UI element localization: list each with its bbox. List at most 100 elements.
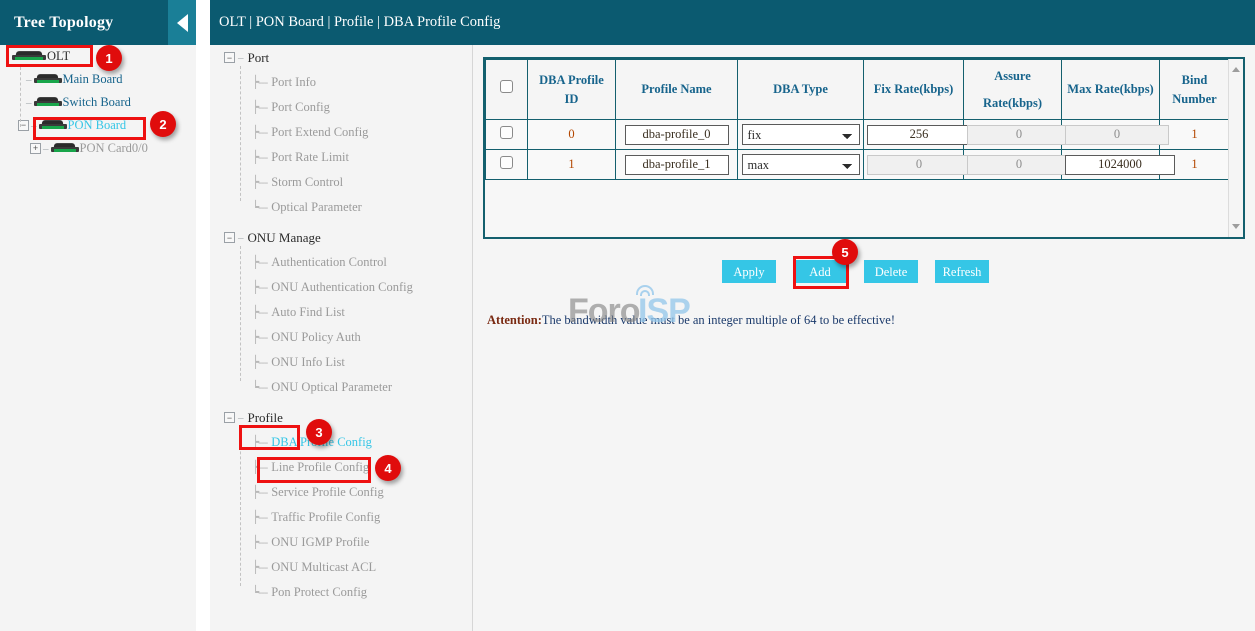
- row-select-cell: [486, 120, 528, 150]
- breadcrumb-bar: OLT | PON Board | Profile | DBA Profile …: [210, 0, 1255, 45]
- nav-item-label: ONU Info List: [271, 355, 345, 370]
- tree-item-label: Switch Board: [63, 95, 131, 110]
- dba-type-select[interactable]: fix: [742, 124, 860, 145]
- table-vertical-scrollbar[interactable]: [1228, 59, 1243, 237]
- fix-rate-input[interactable]: [867, 125, 971, 145]
- nav-leaf-dash-icon: ┝---: [252, 305, 267, 320]
- annotation-box-2: [33, 117, 146, 140]
- nav-item-label: Port Config: [271, 100, 330, 115]
- nav-item-port-rate-limit[interactable]: ┝--- Port Rate Limit: [210, 145, 472, 170]
- tree-branch-dash-icon: –: [26, 97, 32, 109]
- header-select-all-cell: [486, 60, 528, 120]
- nav-item-optical-parameter[interactable]: ┕--- Optical Parameter: [210, 195, 472, 220]
- nav-item-label: Port Rate Limit: [271, 150, 349, 165]
- nav-item-onu-policy-auth[interactable]: ┝---ONU Policy Auth: [210, 325, 472, 350]
- nav-item-label: Port Extend Config: [271, 125, 368, 140]
- header-dba-type: DBA Type: [738, 60, 864, 120]
- nav-branch-dash-icon: –: [238, 52, 244, 64]
- nav-item-label: Storm Control: [271, 175, 343, 190]
- action-button-row: Apply Add Delete Refresh: [473, 260, 1255, 290]
- nav-leaf-dash-icon: ┝---: [252, 100, 267, 115]
- scroll-down-arrow-icon[interactable]: [1232, 224, 1240, 229]
- scroll-up-arrow-icon[interactable]: [1232, 67, 1240, 72]
- nav-item-storm-control[interactable]: ┝---Storm Control: [210, 170, 472, 195]
- collapse-left-icon: [177, 14, 188, 32]
- nav-item-port-info[interactable]: ┝---Port Info: [210, 70, 472, 95]
- assure-rate-input[interactable]: [967, 125, 1071, 145]
- max-rate-input[interactable]: [1065, 155, 1175, 175]
- nav-leaf-dash-icon: ┝---: [252, 510, 267, 525]
- nav-section-label: Profile: [248, 410, 283, 426]
- fix-rate-input[interactable]: [867, 155, 971, 175]
- annotation-badge-5: 5: [832, 239, 858, 265]
- annotation-badge-3: 3: [306, 419, 332, 445]
- board-device-icon: [34, 97, 62, 109]
- assure-rate-input[interactable]: [967, 155, 1071, 175]
- cell-max-rate: [1062, 120, 1160, 150]
- nav-item-onu-authentication-config[interactable]: ┝---ONU Authentication Config: [210, 275, 472, 300]
- nav-expander-minus-icon[interactable]: −: [224, 412, 235, 423]
- row-checkbox[interactable]: [500, 156, 513, 169]
- nav-item-onu-info-list[interactable]: ┝---ONU Info List: [210, 350, 472, 375]
- nav-leaf-dash-icon: ┕---: [252, 585, 267, 600]
- nav-leaf-dash-icon: ┕---: [252, 200, 267, 215]
- tree-branch-dash-icon: –: [26, 74, 32, 86]
- nav-item-port-extend-config[interactable]: ┝--- Port Extend Config: [210, 120, 472, 145]
- nav-item-port-config[interactable]: ┝--- Port Config: [210, 95, 472, 120]
- nav-leaf-dash-icon: ┝---: [252, 125, 267, 140]
- nav-section-onu-manage[interactable]: − – ONU Manage: [210, 225, 472, 250]
- cell-dba-profile-id: 0: [528, 120, 616, 150]
- tree-topology-sidebar: Tree Topology OLT – Main Board – Switch …: [0, 0, 196, 631]
- nav-item-label: Pon Protect Config: [271, 585, 367, 600]
- nav-leaf-dash-icon: ┝---: [252, 150, 267, 165]
- nav-item-traffic-profile-config[interactable]: ┝--- Traffic Profile Config: [210, 505, 472, 530]
- nav-item-label: Optical Parameter: [271, 200, 362, 215]
- refresh-button[interactable]: Refresh: [935, 260, 989, 283]
- main-content: DBA Profile ID Profile Name DBA Type Fix…: [472, 45, 1255, 631]
- row-checkbox[interactable]: [500, 126, 513, 139]
- select-all-checkbox[interactable]: [500, 80, 513, 93]
- tree-expander-plus-icon[interactable]: +: [30, 143, 41, 154]
- header-bind-number: Bind Number: [1160, 60, 1230, 120]
- nav-item-auto-find-list[interactable]: ┝---Auto Find List: [210, 300, 472, 325]
- tree-item-main-board[interactable]: – Main Board: [0, 68, 196, 91]
- nav-section-label: ONU Manage: [248, 230, 321, 246]
- header-max-rate: Max Rate(kbps): [1062, 60, 1160, 120]
- nav-leaf-dash-icon: ┝---: [252, 330, 267, 345]
- profile-name-input[interactable]: [625, 125, 729, 145]
- header-dba-profile-id: DBA Profile ID: [528, 60, 616, 120]
- apply-button[interactable]: Apply: [722, 260, 776, 283]
- nav-section-port[interactable]: − – Port: [210, 45, 472, 70]
- max-rate-input[interactable]: [1065, 125, 1169, 145]
- cell-profile-name: [616, 120, 738, 150]
- cell-profile-name: [616, 150, 738, 180]
- nav-item-pon-protect-config[interactable]: ┕--- Pon Protect Config: [210, 580, 472, 605]
- cell-fix-rate: [864, 150, 964, 180]
- nav-item-onu-optical-parameter[interactable]: ┕---ONU Optical Parameter: [210, 375, 472, 400]
- tree-connector: [20, 67, 21, 127]
- nav-item-onu-multicast-acl[interactable]: ┝---ONU Multicast ACL: [210, 555, 472, 580]
- app-root: Tree Topology OLT – Main Board – Switch …: [0, 0, 1255, 631]
- delete-button[interactable]: Delete: [864, 260, 918, 283]
- profile-name-input[interactable]: [625, 155, 729, 175]
- tree-item-label: Main Board: [63, 72, 123, 87]
- nav-expander-minus-icon[interactable]: −: [224, 52, 235, 63]
- nav-leaf-dash-icon: ┝---: [252, 485, 267, 500]
- nav-item-label: Service Profile Config: [271, 485, 383, 500]
- table-row: 0 fix: [486, 120, 1230, 150]
- attention-note: Attention:The bandwidth value must be an…: [487, 313, 895, 328]
- header-assure-rate: Assure Rate(kbps): [964, 60, 1062, 120]
- nav-item-label: Traffic Profile Config: [271, 510, 380, 525]
- nav-item-service-profile-config[interactable]: ┝--- Service Profile Config: [210, 480, 472, 505]
- cell-dba-profile-id: 1: [528, 150, 616, 180]
- sidebar-collapse-button[interactable]: [168, 0, 196, 45]
- tree-item-pon-card[interactable]: + – PON Card0/0: [0, 137, 196, 160]
- cell-bind-number: 1: [1160, 120, 1230, 150]
- dba-type-select[interactable]: max: [742, 154, 860, 175]
- nav-item-onu-igmp-profile[interactable]: ┝---ONU IGMP Profile: [210, 530, 472, 555]
- cell-assure-rate: [964, 120, 1062, 150]
- nav-item-label: Port Info: [271, 75, 316, 90]
- nav-expander-minus-icon[interactable]: −: [224, 232, 235, 243]
- nav-item-authentication-control[interactable]: ┝---Authentication Control: [210, 250, 472, 275]
- header-profile-name: Profile Name: [616, 60, 738, 120]
